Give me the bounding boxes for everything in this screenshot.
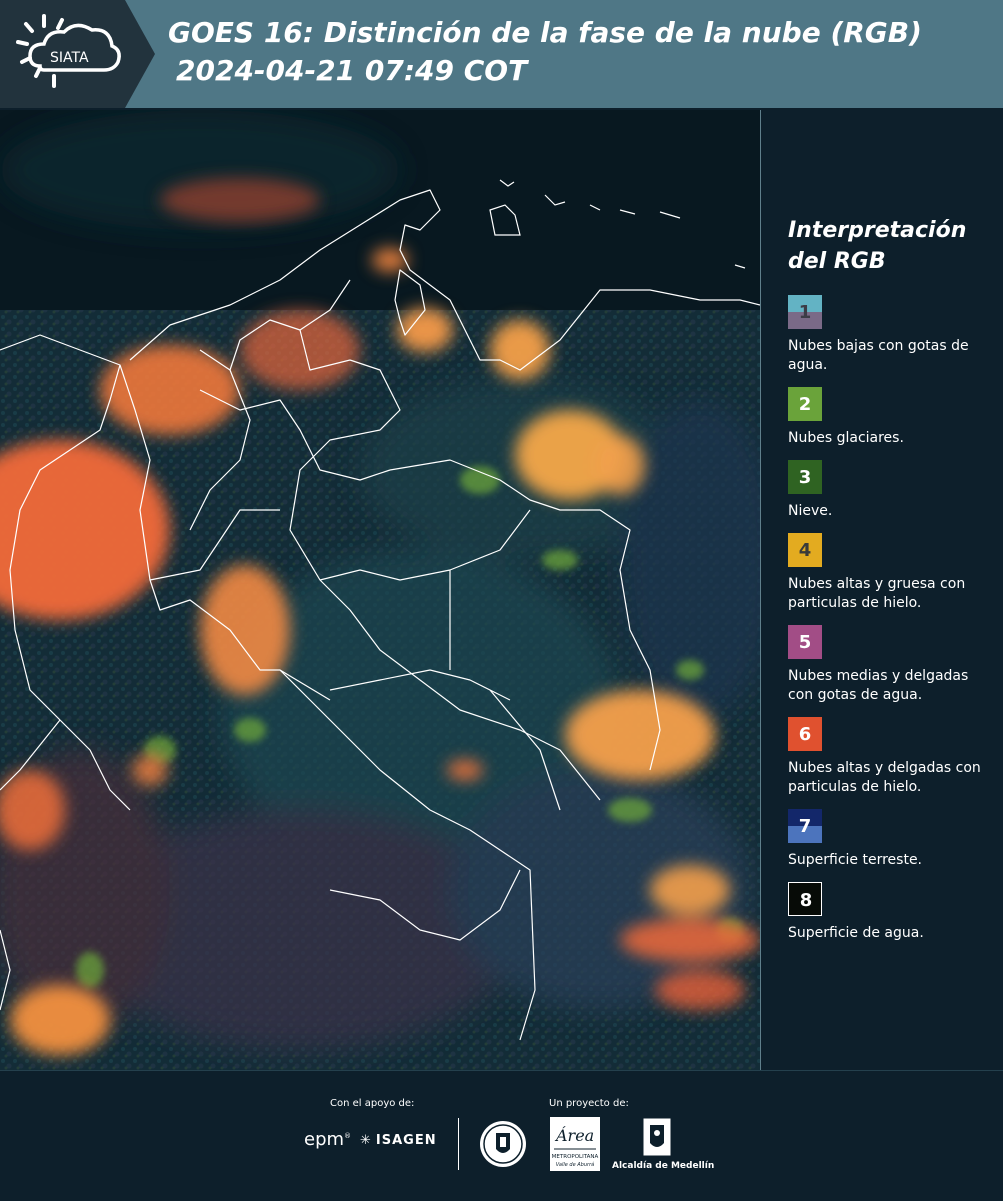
siata-logo-block: SIATA [0,0,155,108]
page-title: GOES 16: Distinción de la fase de la nub… [168,14,922,90]
legend-label: Superficie terreste. [788,852,923,868]
legend-item-1: 1 Nubes bajas con gotas de agua. [788,295,993,375]
amva-line2: Valle de Aburrá [556,1161,594,1168]
title-line-2: 2024-04-21 07:49 COT [176,54,528,87]
alcaldia-logo: Alcaldía de Medellín [612,1117,715,1173]
legend-swatch-3: 3 [788,460,822,494]
legend-number: 6 [798,723,812,745]
epm-logo: epm® [304,1129,352,1150]
amva-line1: METROPOLITANA [552,1154,599,1160]
legend-number: 2 [798,393,812,415]
alcaldia-shield-icon [642,1117,672,1157]
legend-number: 7 [798,815,812,837]
legend-number: 5 [798,631,812,653]
legend-label: Nubes altas y gruesa con particulas de h… [788,576,966,611]
legend-item-5: 5 Nubes medias y delgadas con gotas de ag… [788,625,993,705]
legend-title: Interpretación del RGB [788,218,967,274]
legend-swatch-7: 7 [788,809,822,843]
header-bar: SIATA GOES 16: Distinción de la fase de … [0,0,1003,108]
legend-number: 8 [799,889,813,911]
legend-number: 1 [798,301,812,323]
legend-label: Nubes altas y delgadas con particulas de… [788,760,981,795]
footer: Con el apoyo de: Un proyecto de: epm® ✳ … [0,1070,1003,1201]
legend-panel: Interpretación del RGB 1 Nubes bajas con … [788,215,993,955]
satellite-image [0,110,760,1070]
logo-text: SIATA [50,50,89,66]
legend-swatch-5: 5 [788,625,822,659]
legend-label: Superficie de agua. [788,925,924,941]
legend-label: Nubes bajas con gotas de agua. [788,338,969,373]
epm-logo-text: epm [304,1129,345,1150]
legend-item-6: 6 Nubes altas y delgadas con particulas d… [788,717,993,797]
support-label: Con el apoyo de: [330,1098,415,1109]
title-line-1: GOES 16: Distinción de la fase de la nub… [168,16,922,49]
legend-swatch-4: 4 [788,533,822,567]
legend-swatch-6: 6 [788,717,822,751]
legend-item-7: 7 Superficie terreste. [788,809,993,870]
project-label: Un proyecto de: [549,1098,629,1109]
legend-label: Nubes medias y delgadas con gotas de agu… [788,668,969,703]
legend-item-8: 8 Superficie de agua. [788,882,993,943]
legend-items: 1 Nubes bajas con gotas de agua. 2 Nubes gl… [788,295,993,943]
amva-script-text: Área [554,1125,594,1145]
legend-swatch-1: 1 [788,295,822,329]
satellite-map[interactable] [0,110,761,1070]
isagen-logo-text: ISAGEN [375,1133,437,1148]
legend-swatch-8: 8 [788,882,822,916]
footer-divider [458,1118,459,1170]
medellin-seal-logo [480,1121,526,1167]
legend-item-4: 4 Nubes altas y gruesa con particulas de … [788,533,993,613]
legend-item-3: 3 Nieve. [788,460,993,521]
legend-label: Nieve. [788,503,833,519]
area-metropolitana-logo: Área METROPOLITANA Valle de Aburrá [550,1117,600,1171]
isagen-logo: ✳ ISAGEN [360,1133,437,1148]
legend-swatch-2: 2 [788,387,822,421]
legend-number: 4 [798,539,812,561]
legend-label: Nubes glaciares. [788,430,904,446]
legend-number: 3 [798,466,812,488]
isagen-icon: ✳ [360,1133,372,1148]
legend-item-2: 2 Nubes glaciares. [788,387,993,448]
alcaldia-label: Alcaldía de Medellín [612,1161,715,1171]
